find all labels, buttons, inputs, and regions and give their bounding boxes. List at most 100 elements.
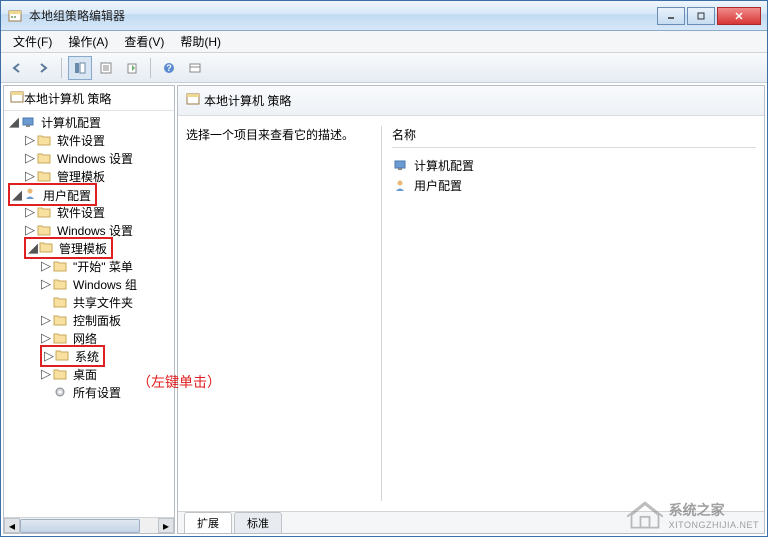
watermark-title: 系统之家 (669, 500, 759, 520)
tree-item-user-config[interactable]: ◢ 用户配置 (4, 185, 174, 203)
app-icon (7, 8, 23, 24)
tree-item-shared-folders[interactable]: 共享文件夹 (4, 293, 174, 311)
tree-item-computer-config[interactable]: ◢ 计算机配置 (4, 113, 174, 131)
tree-item-label[interactable]: 控制面板 (71, 311, 123, 330)
windows-settings-2-icon (36, 222, 52, 238)
tree-expander[interactable]: ▷ (40, 259, 52, 272)
menu-action[interactable]: 操作(A) (60, 31, 116, 52)
tree-body: ◢计算机配置▷软件设置▷Windows 设置▷管理模板◢用户配置▷软件设置▷Wi… (4, 111, 174, 517)
tree-item-label[interactable]: "开始" 菜单 (71, 257, 135, 276)
tree-item-label[interactable]: 用户配置 (41, 188, 93, 204)
network-icon (52, 330, 68, 346)
tab-standard[interactable]: 标准 (234, 512, 282, 533)
tab-extended[interactable]: 扩展 (184, 512, 232, 533)
forward-button[interactable] (31, 56, 55, 80)
watermark-url: XITONGZHIJIA.NET (669, 520, 759, 530)
toolbar-export-icon[interactable] (120, 56, 144, 80)
tree-expander[interactable]: ▷ (24, 151, 36, 164)
menubar: 文件(F) 操作(A) 查看(V) 帮助(H) (1, 31, 767, 53)
watermark: 系统之家 XITONGZHIJIA.NET (627, 500, 759, 530)
tree-item-label[interactable]: 计算机配置 (39, 113, 103, 132)
tree-item-label[interactable]: 系统 (73, 349, 101, 365)
minimize-button[interactable] (657, 7, 685, 25)
policy-icon (10, 90, 24, 107)
tree-item-label[interactable]: 软件设置 (55, 203, 107, 222)
control-panel-icon (52, 312, 68, 328)
toolbar-separator (150, 58, 151, 78)
start-menu-icon (52, 258, 68, 274)
computer-config-icon (20, 114, 36, 130)
all-settings-icon (52, 384, 68, 400)
tree-item-control-panel[interactable]: ▷ 控制面板 (4, 311, 174, 329)
column-header-name[interactable]: 名称 (392, 126, 756, 148)
tree-item-windows-settings[interactable]: ▷ Windows 设置 (4, 149, 174, 167)
tree-item-software-settings-2[interactable]: ▷ 软件设置 (4, 203, 174, 221)
titlebar: 本地组策略编辑器 (1, 1, 767, 31)
toolbar: ? (1, 53, 767, 83)
annotation-text: （左键单击） (137, 372, 221, 392)
menu-view[interactable]: 查看(V) (116, 31, 172, 52)
admin-templates-2-icon (38, 239, 54, 255)
tree-expander[interactable]: ▷ (40, 277, 52, 290)
shared-folders-icon (52, 294, 68, 310)
window-title: 本地组策略编辑器 (29, 7, 657, 24)
list-item-user-config[interactable]: 用户配置 (392, 176, 756, 194)
system-icon (54, 347, 70, 363)
tree-item-label[interactable]: 软件设置 (55, 131, 107, 150)
tree-expander[interactable]: ▷ (40, 313, 52, 326)
back-button[interactable] (5, 56, 29, 80)
list-item-computer-config[interactable]: 计算机配置 (392, 156, 756, 174)
show-tree-button[interactable] (68, 56, 92, 80)
menu-help[interactable]: 帮助(H) (172, 31, 229, 52)
toolbar-separator (61, 58, 62, 78)
detail-panel: 本地计算机 策略 选择一个项目来查看它的描述。 名称 计算机配置 用户配置 (177, 85, 765, 534)
user-config-icon (22, 185, 38, 201)
close-button[interactable] (717, 7, 761, 25)
tree-item-label[interactable]: Windows 组 (71, 275, 139, 294)
software-settings-icon (36, 132, 52, 148)
windows-components-icon (52, 276, 68, 292)
tree-panel: 本地计算机 策略 ◢计算机配置▷软件设置▷Windows 设置▷管理模板◢用户配… (3, 85, 175, 534)
tree-item-label[interactable]: Windows 设置 (55, 149, 135, 168)
scroll-right-arrow[interactable]: ▸ (158, 518, 174, 533)
policy-icon (186, 92, 200, 109)
toolbar-properties-icon[interactable] (94, 56, 118, 80)
tree-expander[interactable]: ▷ (24, 133, 36, 146)
tree-item-label[interactable]: 管理模板 (57, 241, 109, 257)
svg-text:?: ? (166, 63, 172, 73)
tree-expander[interactable]: ◢ (8, 115, 20, 128)
tree-item-admin-templates-2[interactable]: ◢ 管理模板 (4, 239, 174, 257)
desktop-icon (52, 366, 68, 382)
tree-item-label[interactable]: 桌面 (71, 365, 99, 384)
tree-root-label[interactable]: 本地计算机 策略 (24, 90, 111, 107)
tree-expander[interactable]: ▷ (44, 348, 54, 363)
tree-expander[interactable]: ▷ (40, 367, 52, 380)
detail-header: 本地计算机 策略 (178, 86, 764, 116)
scroll-left-arrow[interactable]: ◂ (4, 518, 20, 533)
scroll-thumb[interactable] (20, 519, 140, 533)
tree-item-label[interactable]: 共享文件夹 (71, 293, 135, 312)
tree-item-system[interactable]: ▷ 系统 (4, 347, 174, 365)
tree-item-windows-components[interactable]: ▷ Windows 组 (4, 275, 174, 293)
list-item-label: 用户配置 (414, 177, 462, 194)
tree-header: 本地计算机 策略 (4, 86, 174, 111)
tree-expander[interactable]: ▷ (24, 205, 36, 218)
detail-prompt: 选择一个项目来查看它的描述。 (186, 126, 371, 143)
tree-expander[interactable]: ▷ (40, 331, 52, 344)
tree-expander[interactable]: ◢ (28, 240, 38, 255)
toolbar-filter-icon[interactable] (183, 56, 207, 80)
tree-item-label[interactable]: 所有设置 (71, 383, 123, 402)
detail-title: 本地计算机 策略 (204, 92, 291, 109)
maximize-button[interactable] (687, 7, 715, 25)
windows-settings-icon (36, 150, 52, 166)
help-button[interactable]: ? (157, 56, 181, 80)
menu-file[interactable]: 文件(F) (5, 31, 60, 52)
horizontal-scrollbar[interactable]: ◂ ▸ (4, 517, 174, 533)
tree-item-software-settings[interactable]: ▷ 软件设置 (4, 131, 174, 149)
tree-expander[interactable]: ◢ (12, 187, 22, 202)
tree-expander[interactable]: ▷ (24, 223, 36, 236)
tree-item-start-menu[interactable]: ▷ "开始" 菜单 (4, 257, 174, 275)
tree-expander[interactable]: ▷ (24, 169, 36, 182)
software-settings-2-icon (36, 204, 52, 220)
list-item-label: 计算机配置 (414, 157, 474, 174)
